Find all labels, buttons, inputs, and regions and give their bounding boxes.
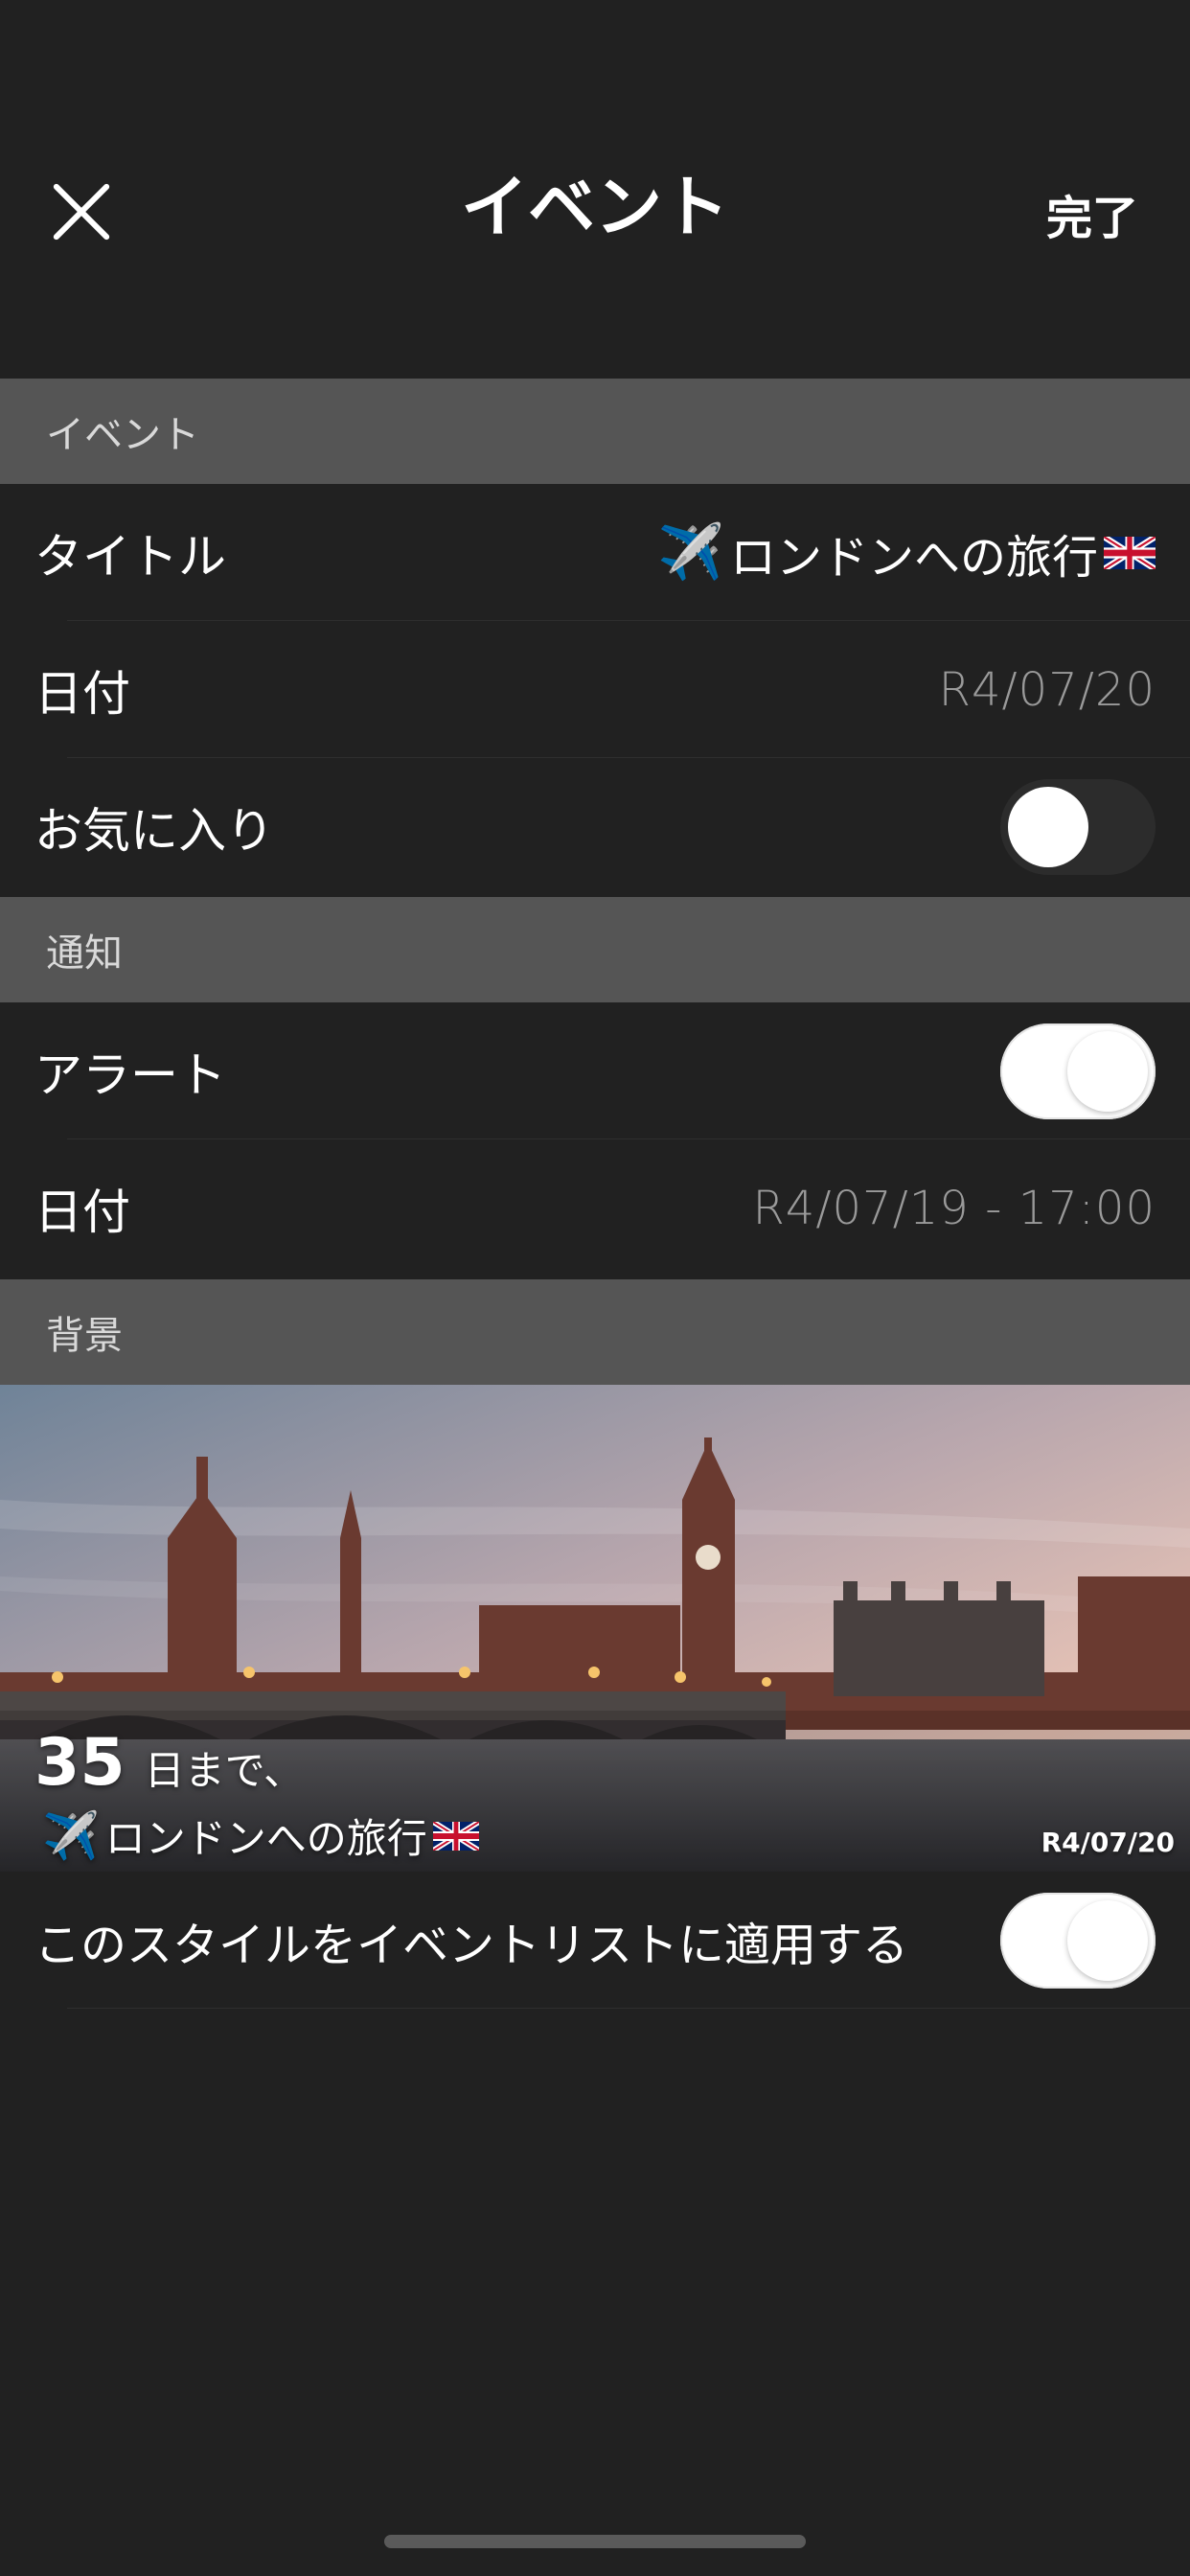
alert-toggle[interactable]	[1000, 1023, 1156, 1119]
title-value[interactable]: ✈️ ロンドンへの旅行	[657, 519, 1156, 586]
alert-date-value[interactable]: R4/07/19 - 17:00	[752, 1182, 1156, 1235]
title-row[interactable]: タイトル ✈️ ロンドンへの旅行	[0, 484, 1190, 621]
banner-title-text: ロンドンへの旅行	[104, 1815, 427, 1862]
favorite-toggle[interactable]	[1000, 778, 1156, 875]
airplane-icon: ✈️	[657, 520, 724, 584]
days-count: 35	[34, 1725, 126, 1801]
alert-date-row[interactable]: 日付 R4/07/19 - 17:00	[0, 1139, 1190, 1276]
section-header-notify: 通知	[0, 897, 1190, 1002]
title-text: ロンドンへの旅行	[729, 530, 1098, 585]
uk-flag-icon	[432, 1821, 479, 1851]
section-header-label: 背景	[46, 1314, 123, 1358]
uk-flag-icon	[1104, 536, 1156, 569]
date-row[interactable]: 日付 R4/07/20	[0, 621, 1190, 758]
toggle-knob	[1067, 1899, 1148, 1981]
favorite-label: お気に入り	[34, 802, 274, 859]
section-header-event: イベント	[0, 379, 1190, 484]
alert-row: アラート	[0, 1002, 1190, 1139]
banner-event-title: ✈️ ロンドンへの旅行	[42, 1806, 479, 1865]
days-remaining: 35 日まで、	[34, 1725, 304, 1801]
home-indicator[interactable]	[384, 2535, 806, 2548]
toggle-knob	[1067, 1030, 1148, 1112]
alert-label: アラート	[34, 1046, 226, 1103]
airplane-icon: ✈️	[42, 1808, 100, 1863]
section-header-background: 背景	[0, 1279, 1190, 1385]
done-button[interactable]: 完了	[1046, 180, 1138, 247]
favorite-row: お気に入り	[0, 758, 1190, 895]
banner-date: R4/07/20	[1041, 1827, 1175, 1858]
days-until-label: 日まで、	[144, 1747, 304, 1794]
section-header-label: 通知	[46, 932, 123, 976]
section-header-label: イベント	[46, 413, 199, 457]
date-value[interactable]: R4/07/20	[939, 663, 1156, 717]
date-label: 日付	[34, 665, 130, 722]
toggle-knob	[1008, 786, 1088, 867]
apply-style-toggle[interactable]	[1000, 1892, 1156, 1989]
navigation-bar: イベント 完了	[0, 0, 1190, 379]
alert-date-label: 日付	[34, 1184, 130, 1240]
apply-style-row: このスタイルをイベントリストに適用する	[0, 1872, 1190, 2009]
page-title: イベント	[461, 167, 729, 246]
apply-style-label: このスタイルをイベントリストに適用する	[34, 1918, 909, 1972]
title-label: タイトル	[34, 528, 226, 585]
